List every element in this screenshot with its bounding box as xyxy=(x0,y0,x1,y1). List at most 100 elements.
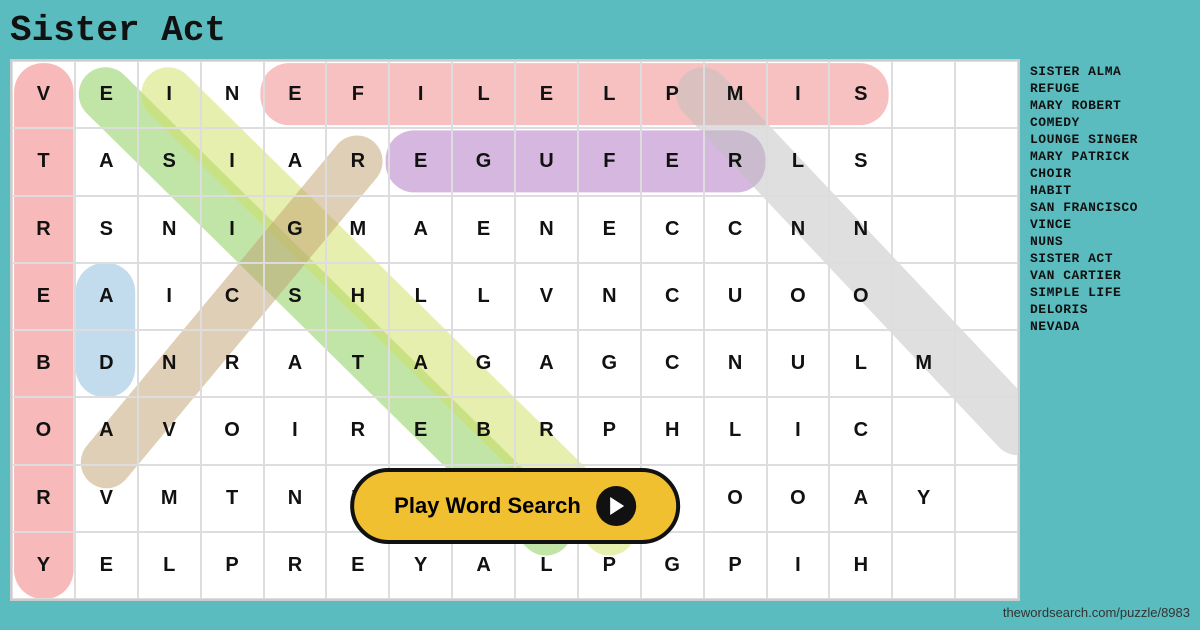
cell-2-15 xyxy=(955,196,1018,263)
word-item-15: NEVADA xyxy=(1030,319,1190,334)
cell-7-0: Y xyxy=(12,532,75,599)
cell-5-15 xyxy=(955,397,1018,464)
cell-3-5: H xyxy=(326,263,389,330)
cell-0-15 xyxy=(955,61,1018,128)
cell-2-4: G xyxy=(264,196,327,263)
grid-wrapper: VEINEFILELPMISTASIAREGUFERLSRSNIGMAENECC… xyxy=(12,61,1018,599)
cell-4-2: N xyxy=(138,330,201,397)
cell-2-1: S xyxy=(75,196,138,263)
cell-5-0: O xyxy=(12,397,75,464)
cell-3-1: A xyxy=(75,263,138,330)
cell-5-9: P xyxy=(578,397,641,464)
word-item-6: CHOIR xyxy=(1030,166,1190,181)
word-item-1: REFUGE xyxy=(1030,81,1190,96)
cell-0-11: M xyxy=(704,61,767,128)
cell-7-1: E xyxy=(75,532,138,599)
cell-5-2: V xyxy=(138,397,201,464)
cell-1-2: S xyxy=(138,128,201,195)
puzzle-container: VEINEFILELPMISTASIAREGUFERLSRSNIGMAENECC… xyxy=(10,59,1020,601)
cell-4-8: A xyxy=(515,330,578,397)
cell-2-10: C xyxy=(641,196,704,263)
cell-6-1: V xyxy=(75,465,138,532)
cell-0-12: I xyxy=(767,61,830,128)
cell-6-13: A xyxy=(829,465,892,532)
cell-0-4: E xyxy=(264,61,327,128)
cell-1-7: G xyxy=(452,128,515,195)
cell-5-5: R xyxy=(326,397,389,464)
cell-6-3: T xyxy=(201,465,264,532)
cell-0-2: I xyxy=(138,61,201,128)
cell-6-12: O xyxy=(767,465,830,532)
cell-2-13: N xyxy=(829,196,892,263)
cell-7-13: H xyxy=(829,532,892,599)
word-item-7: HABIT xyxy=(1030,183,1190,198)
cell-2-14 xyxy=(892,196,955,263)
cell-2-6: A xyxy=(389,196,452,263)
cell-3-10: C xyxy=(641,263,704,330)
word-item-11: SISTER ACT xyxy=(1030,251,1190,266)
cell-3-12: O xyxy=(767,263,830,330)
content-area: VEINEFILELPMISTASIAREGUFERLSRSNIGMAENECC… xyxy=(10,59,1190,601)
cell-1-8: U xyxy=(515,128,578,195)
cell-4-5: T xyxy=(326,330,389,397)
cell-6-14: Y xyxy=(892,465,955,532)
play-button[interactable]: Play Word Search xyxy=(350,468,680,544)
word-item-9: VINCE xyxy=(1030,217,1190,232)
cell-4-11: N xyxy=(704,330,767,397)
cell-5-4: I xyxy=(264,397,327,464)
cell-4-4: A xyxy=(264,330,327,397)
cell-6-2: M xyxy=(138,465,201,532)
cell-4-15 xyxy=(955,330,1018,397)
cell-5-10: H xyxy=(641,397,704,464)
cell-7-14 xyxy=(892,532,955,599)
cell-5-7: B xyxy=(452,397,515,464)
main-container: Sister Act xyxy=(10,10,1190,620)
footer: thewordsearch.com/puzzle/8983 xyxy=(10,605,1190,620)
cell-6-0: R xyxy=(12,465,75,532)
cell-0-3: N xyxy=(201,61,264,128)
cell-3-7: L xyxy=(452,263,515,330)
word-item-4: LOUNGE SINGER xyxy=(1030,132,1190,147)
cell-1-1: A xyxy=(75,128,138,195)
cell-4-9: G xyxy=(578,330,641,397)
cell-4-0: B xyxy=(12,330,75,397)
cell-1-4: A xyxy=(264,128,327,195)
cell-2-7: E xyxy=(452,196,515,263)
cell-5-1: A xyxy=(75,397,138,464)
cell-0-13: S xyxy=(829,61,892,128)
cell-0-0: V xyxy=(12,61,75,128)
cell-3-14 xyxy=(892,263,955,330)
cell-3-11: U xyxy=(704,263,767,330)
cell-5-11: L xyxy=(704,397,767,464)
cell-3-3: C xyxy=(201,263,264,330)
word-item-5: MARY PATRICK xyxy=(1030,149,1190,164)
cell-2-9: E xyxy=(578,196,641,263)
cell-4-7: G xyxy=(452,330,515,397)
cell-3-8: V xyxy=(515,263,578,330)
cell-2-0: R xyxy=(12,196,75,263)
word-item-2: MARY ROBERT xyxy=(1030,98,1190,113)
cell-2-5: M xyxy=(326,196,389,263)
cell-7-3: P xyxy=(201,532,264,599)
word-list: SISTER ALMAREFUGEMARY ROBERTCOMEDYLOUNGE… xyxy=(1030,59,1190,601)
word-item-0: SISTER ALMA xyxy=(1030,64,1190,79)
cell-5-12: I xyxy=(767,397,830,464)
cell-0-6: I xyxy=(389,61,452,128)
cell-1-14 xyxy=(892,128,955,195)
cell-6-4: N xyxy=(264,465,327,532)
cell-4-10: C xyxy=(641,330,704,397)
cell-7-12: I xyxy=(767,532,830,599)
cell-1-12: L xyxy=(767,128,830,195)
cell-7-11: P xyxy=(704,532,767,599)
cell-2-12: N xyxy=(767,196,830,263)
cell-1-10: E xyxy=(641,128,704,195)
cell-2-8: N xyxy=(515,196,578,263)
word-item-10: NUNS xyxy=(1030,234,1190,249)
cell-1-0: T xyxy=(12,128,75,195)
cell-4-14: M xyxy=(892,330,955,397)
word-item-14: DELORIS xyxy=(1030,302,1190,317)
cell-4-13: L xyxy=(829,330,892,397)
word-item-8: SAN FRANCISCO xyxy=(1030,200,1190,215)
cell-4-12: U xyxy=(767,330,830,397)
cell-3-9: N xyxy=(578,263,641,330)
